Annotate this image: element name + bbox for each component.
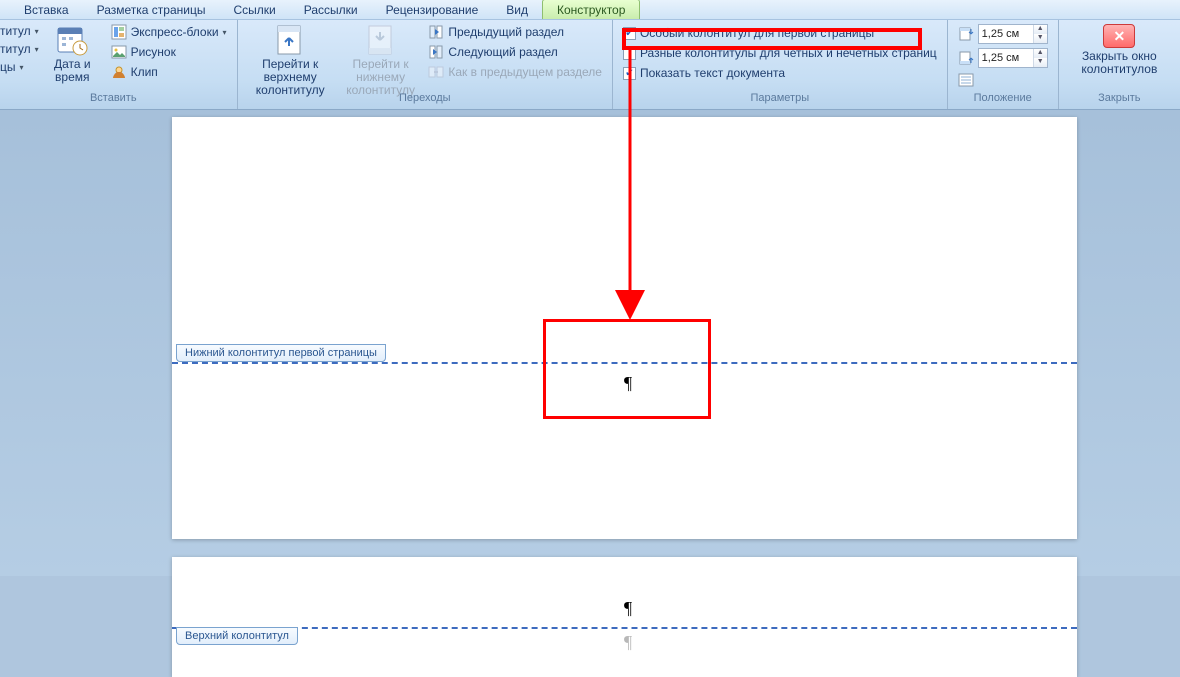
- checkbox-odd-even[interactable]: Разные колонтитулы для четных и нечетных…: [623, 46, 937, 60]
- goto-footer-button: Перейти к нижнему колонтитулу: [339, 22, 423, 88]
- page-2[interactable]: ¶ ¶ Верхний колонтитул: [172, 557, 1077, 677]
- header-button[interactable]: титул▾: [0, 24, 34, 38]
- align-tab-button[interactable]: [958, 72, 1048, 88]
- ruler-bottom-icon: [958, 50, 974, 66]
- tab-design[interactable]: Конструктор: [542, 0, 640, 19]
- close-icon: ✕: [1103, 24, 1135, 48]
- goto-footer-icon: [365, 24, 397, 56]
- tab-references[interactable]: Ссылки: [219, 0, 289, 19]
- ruler-top-icon: [958, 26, 974, 42]
- clip-icon: [111, 64, 127, 80]
- next-section-icon: [428, 44, 444, 60]
- tab-page-layout[interactable]: Разметка страницы: [83, 0, 220, 19]
- page-1[interactable]: Нижний колонтитул первой страницы ¶: [172, 117, 1077, 539]
- clip-button[interactable]: Клип: [111, 64, 227, 80]
- spin-up[interactable]: ▲: [1033, 49, 1047, 58]
- prev-section-button[interactable]: Предыдущий раздел: [428, 24, 602, 40]
- checkbox-icon: ✔: [623, 67, 636, 80]
- pilcrow-mark: ¶: [624, 598, 632, 619]
- tab-mailings[interactable]: Рассылки: [290, 0, 372, 19]
- close-hf-button[interactable]: ✕ Закрыть окно колонтитулов: [1069, 22, 1170, 88]
- picture-icon: [111, 44, 127, 60]
- link-icon: [428, 64, 444, 80]
- header-tab-page2[interactable]: Верхний колонтитул: [176, 627, 298, 645]
- goto-header-icon: [274, 24, 306, 56]
- pilcrow-mark: ¶: [624, 373, 632, 394]
- group-insert: титул▾ титул▾ цы▾ Дата и время Экспресс-…: [0, 20, 238, 109]
- page-number-button[interactable]: цы▾: [0, 60, 34, 74]
- prev-section-icon: [428, 24, 444, 40]
- group-close: ✕ Закрыть окно колонтитулов Закрыть: [1059, 20, 1180, 109]
- calendar-icon: [56, 24, 88, 56]
- checkbox-icon: ✔: [623, 27, 636, 40]
- group-label-options: Параметры: [623, 92, 937, 107]
- footer-bottom-spin[interactable]: 1,25 см▲▼: [958, 48, 1048, 68]
- quickparts-button[interactable]: Экспресс-блоки▾: [111, 24, 227, 40]
- spin-down[interactable]: ▼: [1033, 58, 1047, 67]
- group-position: 1,25 см▲▼ 1,25 см▲▼ Положение: [948, 20, 1059, 109]
- spin-down[interactable]: ▼: [1033, 34, 1047, 43]
- same-as-prev-button: Как в предыдущем разделе: [428, 64, 602, 80]
- group-options: ✔ Особый колонтитул для первой страницы …: [613, 20, 948, 109]
- document-workspace: Нижний колонтитул первой страницы ¶ ¶ ¶ …: [0, 110, 1180, 576]
- checkbox-first-page[interactable]: ✔ Особый колонтитул для первой страницы: [623, 26, 937, 40]
- tab-view[interactable]: Вид: [492, 0, 542, 19]
- tab-insert[interactable]: Вставка: [10, 0, 83, 19]
- ribbon: титул▾ титул▾ цы▾ Дата и время Экспресс-…: [0, 20, 1180, 110]
- align-tab-icon: [958, 72, 974, 88]
- checkbox-show-doc[interactable]: ✔ Показать текст документа: [623, 66, 937, 80]
- group-navigation: Перейти к верхнему колонтитулу Перейти к…: [238, 20, 613, 109]
- footer-tab-page1[interactable]: Нижний колонтитул первой страницы: [176, 344, 386, 362]
- quickparts-icon: [111, 24, 127, 40]
- datetime-button[interactable]: Дата и время: [40, 22, 105, 88]
- ribbon-tabstrip: Вставка Разметка страницы Ссылки Рассылк…: [0, 0, 1180, 20]
- next-section-button[interactable]: Следующий раздел: [428, 44, 602, 60]
- pilcrow-mark: ¶: [624, 632, 632, 653]
- checkbox-icon: [623, 47, 636, 60]
- tab-review[interactable]: Рецензирование: [372, 0, 493, 19]
- footer-boundary-line: [172, 362, 1077, 364]
- picture-button[interactable]: Рисунок: [111, 44, 227, 60]
- spin-up[interactable]: ▲: [1033, 25, 1047, 34]
- group-label-position: Положение: [958, 92, 1048, 107]
- goto-header-button[interactable]: Перейти к верхнему колонтитулу: [248, 22, 333, 88]
- header-boundary-line: [172, 627, 1077, 629]
- header-top-spin[interactable]: 1,25 см▲▼: [958, 24, 1048, 44]
- footer-button[interactable]: титул▾: [0, 42, 34, 56]
- group-label-insert: Вставить: [0, 92, 227, 107]
- group-label-nav: Переходы: [248, 92, 602, 107]
- group-label-close: Закрыть: [1069, 92, 1170, 107]
